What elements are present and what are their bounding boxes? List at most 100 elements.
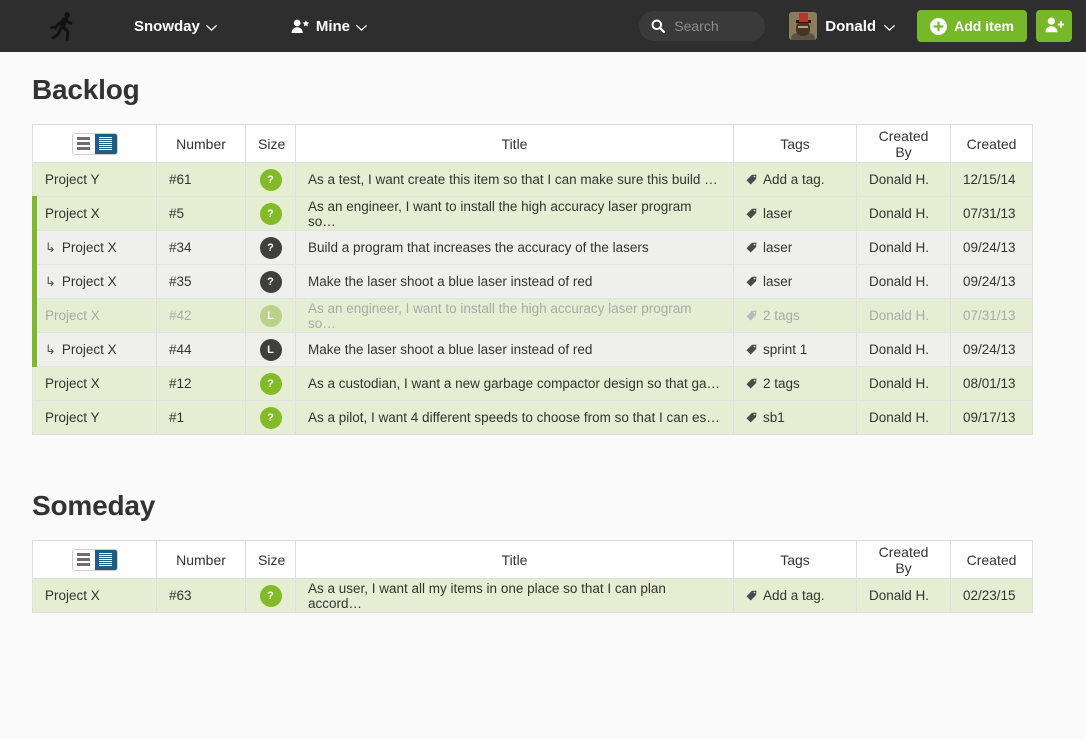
cell-project[interactable]: ↳ Project X — [31, 263, 157, 299]
search-box[interactable] — [639, 11, 766, 41]
cell-title[interactable]: As a user, I want all my items in one pl… — [295, 578, 734, 613]
cell-tags[interactable]: Add a tag. — [733, 578, 857, 613]
cell-title[interactable]: Make the laser shoot a blue laser instea… — [295, 264, 734, 299]
project-label: Project X — [45, 206, 100, 221]
cell-size[interactable]: ? — [245, 196, 296, 231]
column-header-created[interactable]: Created — [950, 540, 1033, 579]
cell-size[interactable]: ? — [245, 400, 296, 435]
size-badge[interactable]: ? — [259, 406, 282, 429]
cell-tags[interactable]: Add a tag. — [733, 162, 857, 197]
cell-size[interactable]: ? — [245, 578, 296, 613]
cell-number[interactable]: #34 — [156, 230, 246, 265]
cell-title[interactable]: As a test, I want create this item so th… — [295, 162, 734, 197]
column-header-number[interactable]: Number — [156, 124, 246, 163]
cell-size[interactable]: L — [245, 298, 296, 333]
size-badge[interactable]: ? — [259, 202, 282, 225]
view-toggle-header — [32, 124, 157, 163]
cell-number[interactable]: #61 — [156, 162, 246, 197]
cell-title[interactable]: As a custodian, I want a new garbage com… — [295, 366, 734, 401]
column-header-created-by[interactable]: Created By — [856, 124, 951, 163]
cell-tags[interactable]: sprint 1 — [733, 332, 857, 367]
table-row[interactable]: Project Y #61? As a test, I want create th… — [32, 162, 1033, 197]
table-row[interactable]: ↳ Project X #34? Build a program that incre… — [31, 229, 1033, 265]
size-badge[interactable]: ? — [259, 168, 282, 191]
project-label: Project Y — [45, 410, 100, 425]
table-row[interactable]: Project X #12? As a custodian, I want a ne… — [32, 366, 1033, 401]
cell-number[interactable]: #35 — [156, 264, 246, 299]
cell-size[interactable]: ? — [245, 366, 296, 401]
column-header-created-by[interactable]: Created By — [856, 540, 951, 579]
table-row[interactable]: Project X #63? As a user, I want all my it… — [32, 578, 1033, 613]
table-row[interactable]: Project X #42 L As an engineer, I want to i… — [31, 297, 1033, 333]
column-header-size[interactable]: Size — [245, 540, 296, 579]
mine-menu[interactable]: Mine — [281, 0, 377, 52]
cell-number[interactable]: #42 — [156, 298, 246, 333]
detail-view-icon[interactable] — [94, 133, 117, 154]
table-row[interactable]: Project X #5? As an engineer, I want to in… — [31, 195, 1033, 231]
cell-project[interactable]: ↳ Project X — [31, 331, 157, 367]
cell-project[interactable]: Project Y — [32, 400, 157, 435]
size-badge[interactable]: ? — [259, 584, 282, 607]
table-row[interactable]: ↳ Project X #44 L Make the laser shoot a blu… — [31, 331, 1033, 367]
invite-user-button[interactable] — [1036, 10, 1072, 42]
table-row[interactable]: ↳ Project X #35? Make the laser shoot a blu… — [31, 263, 1033, 299]
tag-icon — [746, 343, 757, 355]
cell-tags[interactable]: 2 tags — [733, 298, 857, 333]
column-header-number[interactable]: Number — [156, 540, 246, 579]
view-toggle[interactable] — [71, 132, 118, 155]
cell-size[interactable]: ? — [245, 230, 296, 265]
cell-title[interactable]: Make the laser shoot a blue laser instea… — [295, 332, 734, 367]
cell-created-by: Donald H. — [856, 400, 951, 435]
cell-project[interactable]: Project X — [32, 366, 157, 401]
size-badge[interactable]: ? — [259, 236, 282, 259]
cell-tags[interactable]: laser — [733, 264, 857, 299]
tag-label: laser — [763, 274, 793, 289]
cell-size[interactable]: ? — [245, 162, 296, 197]
cell-created: 12/15/14 — [950, 162, 1033, 197]
cell-title[interactable]: As an engineer, I want to install the hi… — [295, 196, 734, 231]
column-header-created[interactable]: Created — [950, 124, 1033, 163]
cell-tags[interactable]: sb1 — [733, 400, 857, 435]
table-row[interactable]: Project Y #1? As a pilot, I want 4 differe… — [32, 400, 1033, 435]
cell-tags[interactable]: laser — [733, 196, 857, 231]
detail-view-icon[interactable] — [94, 549, 117, 570]
cell-size[interactable]: ? — [245, 264, 296, 299]
list-view-icon[interactable] — [72, 549, 95, 570]
search-input[interactable] — [674, 18, 754, 34]
cell-number[interactable]: #12 — [156, 366, 246, 401]
brand-menu[interactable]: Snowday — [124, 0, 227, 52]
cell-number[interactable]: #63 — [156, 578, 246, 613]
column-header-size[interactable]: Size — [245, 124, 296, 163]
cell-title[interactable]: Build a program that increases the accur… — [295, 230, 734, 265]
runner-logo-icon[interactable] — [34, 0, 90, 52]
cell-number[interactable]: #5 — [156, 196, 246, 231]
chevron-down-icon — [356, 24, 368, 31]
cell-tags[interactable]: laser — [733, 230, 857, 265]
person-star-icon — [291, 19, 310, 34]
cell-title[interactable]: As an engineer, I want to install the hi… — [295, 298, 734, 333]
cell-tags[interactable]: 2 tags — [733, 366, 857, 401]
tag-label: sprint 1 — [763, 342, 808, 357]
list-view-icon[interactable] — [72, 133, 95, 154]
user-menu[interactable]: Donald — [789, 12, 896, 40]
cell-number[interactable]: #1 — [156, 400, 246, 435]
size-badge[interactable]: ? — [259, 270, 282, 293]
cell-number[interactable]: #44 — [156, 332, 246, 367]
cell-project[interactable]: ↳ Project X — [31, 229, 157, 265]
cell-size[interactable]: L — [245, 332, 296, 367]
add-item-button[interactable]: Add item — [917, 10, 1027, 42]
column-header-tags[interactable]: Tags — [733, 540, 857, 579]
size-badge[interactable]: L — [259, 304, 282, 327]
size-badge[interactable]: ? — [259, 372, 282, 395]
view-toggle[interactable] — [71, 548, 118, 571]
cell-project[interactable]: Project X — [31, 297, 157, 333]
size-badge[interactable]: L — [259, 338, 282, 361]
column-header-tags[interactable]: Tags — [733, 124, 857, 163]
cell-project[interactable]: Project Y — [32, 162, 157, 197]
column-header-title[interactable]: Title — [295, 124, 734, 163]
cell-project[interactable]: Project X — [32, 578, 157, 613]
column-header-title[interactable]: Title — [295, 540, 734, 579]
user-name: Donald — [825, 17, 877, 35]
cell-project[interactable]: Project X — [31, 195, 157, 231]
cell-title[interactable]: As a pilot, I want 4 different speeds to… — [295, 400, 734, 435]
